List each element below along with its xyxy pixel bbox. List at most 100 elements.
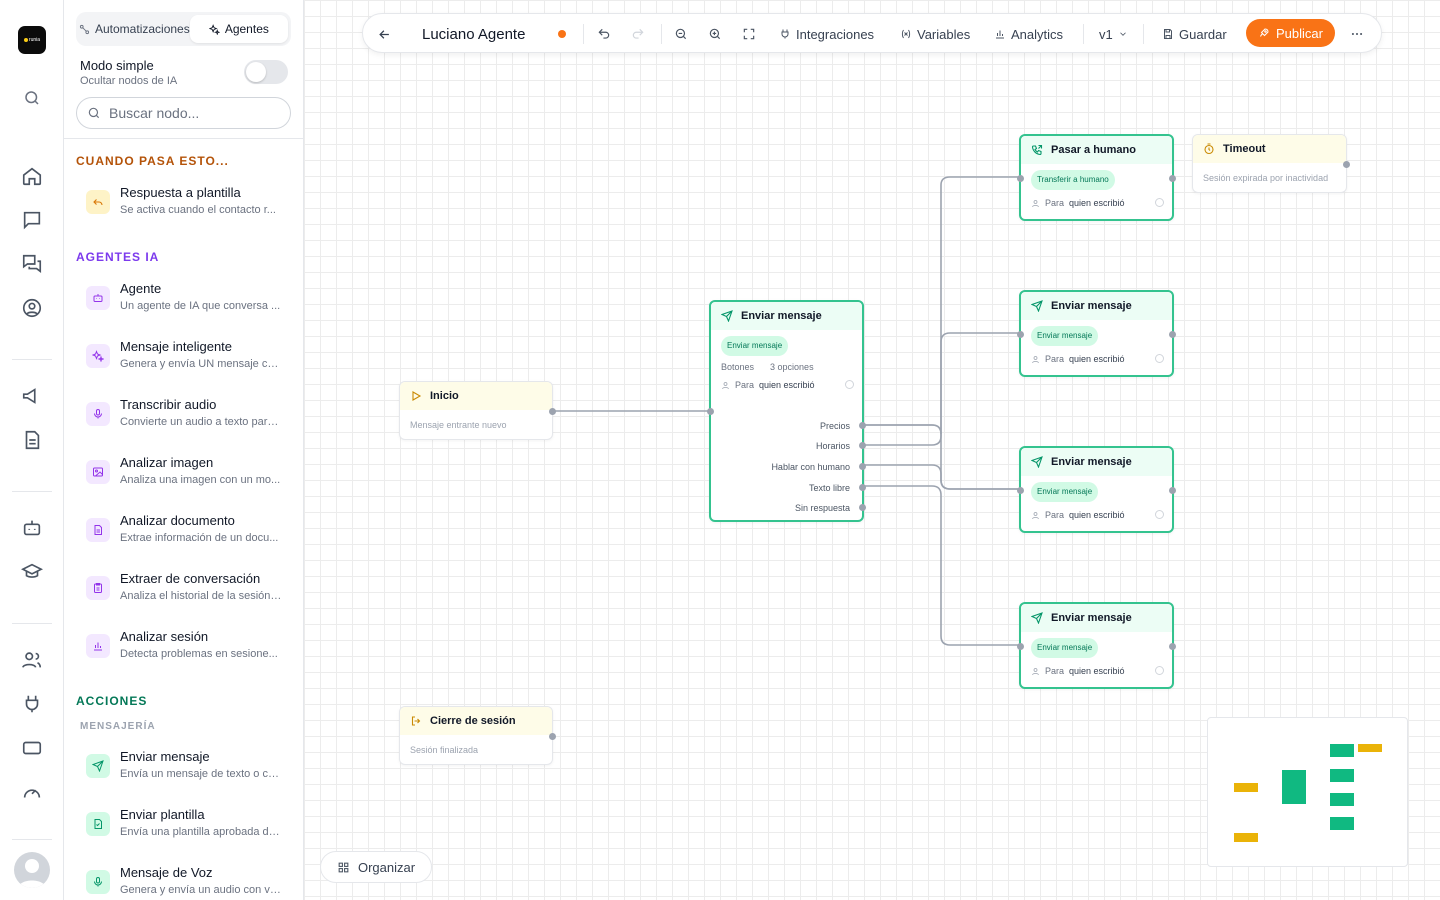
palette-item-agent[interactable]: Agente Un agente de IA que conversa ... (76, 277, 292, 323)
option-handle[interactable] (859, 422, 866, 429)
input-handle[interactable] (1017, 643, 1024, 650)
node-enviar-mensaje-a[interactable]: Enviar mensaje Enviar mensaje Para quien … (1017, 290, 1176, 377)
palette-item-analyze-image[interactable]: Analizar imagen Analiza una imagen con un… (76, 451, 292, 497)
node-recipient: Para quien escribió (1021, 658, 1172, 676)
analytics-button[interactable]: Analytics (994, 14, 1063, 54)
document-icon[interactable] (20, 428, 44, 452)
palette-item-extract-conversation[interactable]: Extraer de conversación Analiza el histor… (76, 567, 292, 613)
option-handle[interactable] (859, 484, 866, 491)
palette-item-transcribe-audio[interactable]: Transcribir audio Convierte un audio a te… (76, 393, 292, 439)
conversations-icon[interactable] (20, 252, 44, 276)
phone-transfer-icon (1031, 144, 1043, 156)
option-handle[interactable] (859, 504, 866, 511)
gauge-icon[interactable] (20, 780, 44, 804)
output-handle[interactable] (1169, 487, 1176, 494)
logout-icon (411, 716, 421, 726)
flow-title[interactable]: Luciano Agente (422, 14, 525, 54)
fit-view-button[interactable] (742, 14, 756, 54)
more-options-button[interactable] (1350, 14, 1364, 54)
output-handle[interactable] (1169, 643, 1176, 650)
node-timeout[interactable]: Timeout Sesión expirada por inactividad (1192, 134, 1350, 193)
palette-item-analyze-session[interactable]: Analizar sesión Detecta problemas en sesi… (76, 625, 292, 671)
publish-button[interactable]: Publicar (1246, 19, 1335, 47)
node-palette: Automatizaciones Agentes Modo simple Ocu… (64, 0, 304, 900)
info-icon[interactable] (1155, 666, 1164, 675)
back-button[interactable] (377, 14, 392, 54)
zoom-in-button[interactable] (708, 14, 722, 54)
tab-automations[interactable]: Automatizaciones (79, 15, 190, 43)
organize-button[interactable]: Organizar (320, 851, 432, 883)
redo-button[interactable] (631, 14, 645, 54)
variables-button[interactable]: Variables (900, 14, 970, 54)
node-title: Timeout (1223, 143, 1266, 155)
input-handle[interactable] (1017, 331, 1024, 338)
save-icon (1164, 29, 1172, 39)
input-handle[interactable] (1017, 487, 1024, 494)
info-icon[interactable] (1155, 198, 1164, 207)
output-handle[interactable] (549, 733, 556, 740)
edge-texto (862, 485, 1021, 646)
button-option: Sin respuesta (794, 503, 850, 513)
home-icon[interactable] (20, 164, 44, 188)
node-inicio[interactable]: Inicio Mensaje entrante nuevo (399, 381, 556, 440)
user-icon (1032, 667, 1039, 675)
node-badge: Enviar mensaje (1031, 482, 1099, 502)
palette-item-analyze-document[interactable]: Analizar documento Extrae información de … (76, 509, 292, 555)
search-input[interactable] (109, 105, 279, 121)
item-name: Agente (120, 281, 162, 296)
output-handle[interactable] (549, 408, 556, 415)
chat-icon[interactable] (20, 208, 44, 232)
node-enviar-mensaje-c[interactable]: Enviar mensaje Enviar mensaje Para quien … (1017, 602, 1176, 689)
graduation-cap-icon[interactable] (20, 560, 44, 584)
users-icon[interactable] (20, 648, 44, 672)
mode-tabs: Automatizaciones Agentes (76, 12, 291, 46)
node-enviar-mensaje-b[interactable]: Enviar mensaje Enviar mensaje Para quien … (1017, 446, 1176, 533)
simple-mode-toggle[interactable] (244, 60, 288, 84)
search-icon[interactable] (20, 86, 44, 110)
option-handle[interactable] (859, 442, 866, 449)
undo-button[interactable] (597, 14, 611, 54)
tab-agents[interactable]: Agentes (189, 15, 288, 43)
bot-icon[interactable] (20, 516, 44, 540)
edge-horarios (862, 332, 1021, 446)
input-handle[interactable] (707, 408, 714, 415)
palette-item-send-message[interactable]: Enviar mensaje Envía un mensaje de texto … (76, 745, 292, 791)
palette-item-smart-message[interactable]: Mensaje inteligente Genera y envía UN men… (76, 335, 292, 381)
palette-item-voice-message[interactable]: Mensaje de Voz Genera y envía un audio co… (76, 861, 292, 900)
contact-icon[interactable] (20, 296, 44, 320)
integrations-button[interactable]: Integraciones (779, 14, 874, 54)
minimap[interactable] (1207, 717, 1408, 867)
unsaved-indicator (558, 30, 566, 38)
node-meta: Botones 3 opciones (711, 356, 862, 372)
palette-item-template-reply[interactable]: Respuesta a plantilla Se activa cuando el… (76, 181, 292, 227)
version-select[interactable]: v1 (1099, 14, 1128, 54)
node-pasar-a-humano[interactable]: Pasar a humano Transferir a humano Para q… (1017, 134, 1176, 221)
save-button[interactable]: Guardar (1162, 14, 1227, 54)
info-icon[interactable] (1155, 354, 1164, 363)
image-icon (86, 460, 110, 484)
megaphone-icon[interactable] (20, 384, 44, 408)
output-handle[interactable] (1169, 331, 1176, 338)
flow-canvas[interactable]: Luciano Agente Integraciones Variables A… (304, 0, 1440, 900)
recipient-value: quien escribió (1069, 354, 1125, 364)
input-handle[interactable] (1017, 175, 1024, 182)
minimap-node (1282, 770, 1306, 804)
palette-item-send-template[interactable]: Enviar plantilla Envía una plantilla apro… (76, 803, 292, 849)
item-desc: Genera y envía un audio con vo... (120, 884, 282, 896)
node-subtitle: Mensaje entrante nuevo (410, 420, 507, 430)
recipient-prefix: Para (735, 380, 755, 390)
output-handle[interactable] (1343, 161, 1350, 168)
output-handle[interactable] (1169, 175, 1176, 182)
node-cierre-sesion[interactable]: Cierre de sesión Sesión finalizada (399, 706, 556, 765)
node-badge: Enviar mensaje (721, 336, 789, 356)
node-enviar-mensaje-main[interactable]: Enviar mensaje Enviar mensaje Botones 3 … (707, 300, 866, 522)
app-logo[interactable]: runia (18, 26, 46, 54)
plug-icon[interactable] (20, 692, 44, 716)
info-icon[interactable] (1155, 510, 1164, 519)
plug-icon (781, 29, 789, 39)
info-icon[interactable] (845, 380, 854, 389)
keyboard-icon[interactable] (20, 736, 44, 760)
zoom-out-button[interactable] (674, 14, 688, 54)
option-handle[interactable] (859, 463, 866, 470)
avatar[interactable] (14, 852, 50, 888)
